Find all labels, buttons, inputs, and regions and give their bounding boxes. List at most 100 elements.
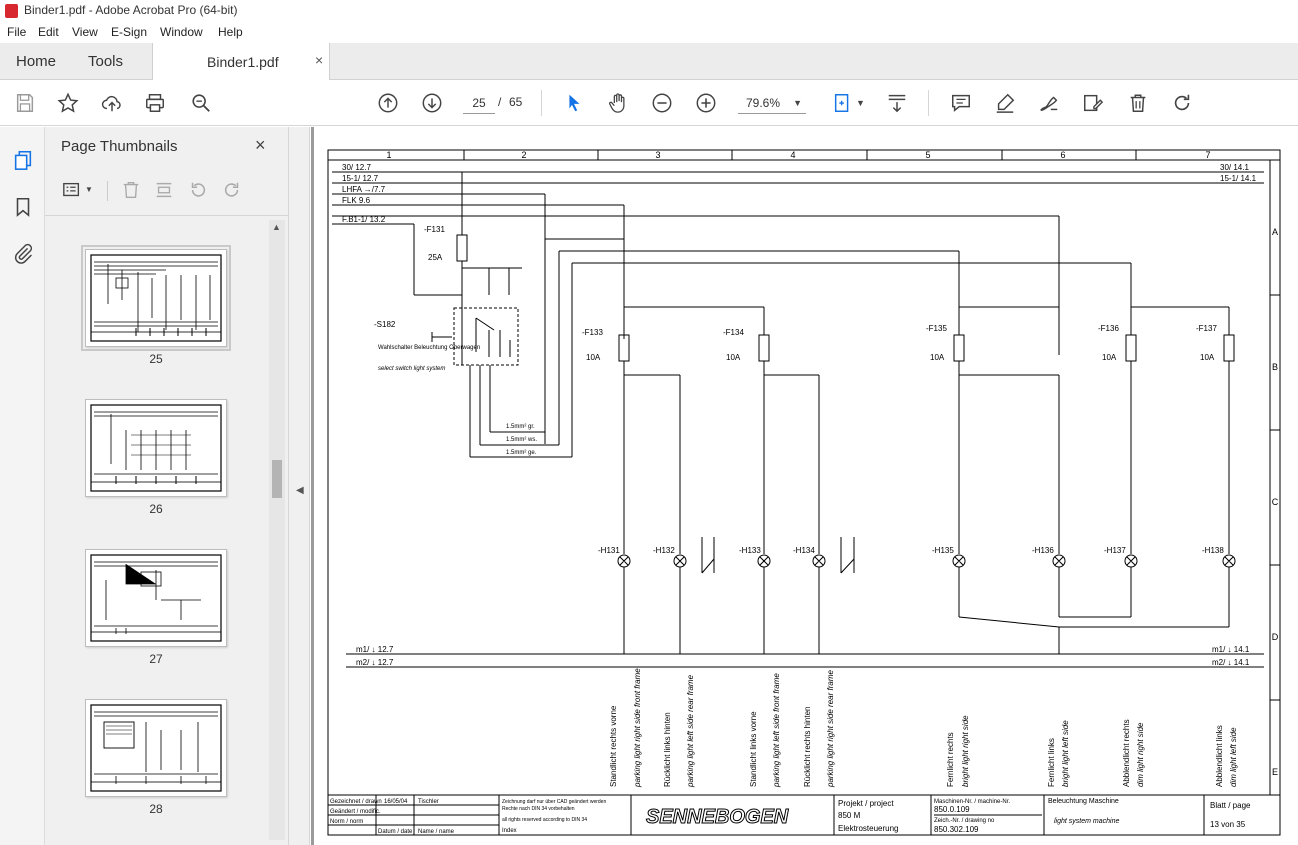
prev-page-icon[interactable] [376, 91, 400, 115]
bookmarks-icon[interactable] [11, 195, 35, 219]
menu-bar: File Edit View E-Sign Window Help [0, 22, 1298, 43]
lamp-description-en: dim light left side [1229, 727, 1238, 787]
machine-value: 850.0.109 [934, 805, 970, 814]
row-letter: A [1272, 227, 1278, 237]
fit-page-icon[interactable] [831, 91, 855, 115]
sheet-value: 13 von 35 [1210, 820, 1246, 829]
zoom-level-select[interactable]: 79.6% ▼ [738, 92, 806, 114]
rotate-icon[interactable] [1170, 91, 1194, 115]
close-tab-icon[interactable]: × [315, 52, 323, 68]
wire-label: 1.5mm² ge. [506, 450, 537, 456]
fit-dropdown-chevron-icon[interactable]: ▼ [856, 98, 865, 108]
lamp-description-en: parking light right side front frame [633, 668, 642, 788]
upload-icon[interactable] [100, 91, 124, 115]
lamp-description: Fernlicht rechts [946, 732, 955, 787]
lamp-description-en: bright light left side [1061, 720, 1070, 787]
menu-file[interactable]: File [7, 25, 26, 39]
menu-edit[interactable]: Edit [38, 25, 59, 39]
tab-tools[interactable]: Tools [88, 53, 123, 70]
drawing-value: 850.302.109 [934, 825, 979, 834]
lamp-description-en: bright light right side [961, 715, 970, 787]
page-total: 65 [509, 95, 523, 109]
highlight-icon[interactable] [993, 91, 1017, 115]
lamp-label: -H137 [1104, 546, 1126, 555]
menu-window[interactable]: Window [160, 25, 203, 39]
schematic-drawing: 1 2 3 4 5 6 7 A B C D E 30/ 12.7 15-1/ 1… [327, 149, 1281, 836]
bus-label: m2/ ↓ 12.7 [356, 658, 394, 667]
fuse-label: -F131 [424, 225, 445, 234]
panel-splitter[interactable]: ◀ [289, 127, 310, 845]
toolbar-divider [928, 90, 929, 116]
drawn-label: Gezeichnet / drawn [330, 799, 382, 805]
zoom-search-icon[interactable] [189, 91, 213, 115]
lamp-label: -H136 [1032, 546, 1054, 555]
thumbnail-page-28[interactable] [85, 699, 227, 797]
switch-label: -S182 [374, 320, 396, 329]
modified-label: Geändert / modific. [330, 809, 381, 815]
thumbnail-page-27[interactable] [85, 549, 227, 647]
fuse-label: -F135 [926, 324, 947, 333]
thumbnail-scrollbar[interactable]: ▲ [269, 220, 285, 840]
comment-icon[interactable] [949, 91, 973, 115]
switch-description-en: select switch light system [378, 366, 445, 372]
bus-label: 30/ 14.1 [1220, 163, 1249, 172]
title-bar: Binder1.pdf - Adobe Acrobat Pro (64-bit) [0, 0, 1298, 22]
delete-icon[interactable] [1126, 91, 1150, 115]
next-page-icon[interactable] [420, 91, 444, 115]
zoom-out-icon[interactable] [650, 91, 674, 115]
zoom-value: 79.6% [746, 96, 781, 110]
lamp-description: Rücklicht links hinten [663, 712, 672, 787]
lamp-label: -H132 [653, 546, 675, 555]
rights-note: Zeichnung darf nur über CAD geändert wer… [502, 799, 606, 805]
save-icon[interactable] [13, 91, 37, 115]
sign-icon[interactable] [1037, 91, 1061, 115]
scrollbar-thumb[interactable] [272, 460, 282, 498]
close-panel-icon[interactable]: × [255, 135, 266, 156]
drawn-date: 16/05/04 [384, 799, 408, 805]
edit-icon[interactable] [1081, 91, 1105, 115]
norm-label: Norm / norm [330, 819, 363, 825]
lamp-label: -H133 [739, 546, 761, 555]
row-letter: E [1272, 767, 1278, 777]
drawing-label: Zeich.-Nr. / drawing no [934, 818, 995, 824]
delete-pages-icon[interactable] [120, 179, 142, 201]
scroll-up-icon[interactable]: ▲ [272, 222, 281, 232]
lamp-description-en: dim light right side [1136, 722, 1145, 787]
options-chevron-icon[interactable]: ▼ [85, 185, 93, 194]
attachments-icon[interactable] [11, 241, 35, 265]
project-label: Projekt / project [838, 799, 894, 808]
rights-note: all rights reserved according to DIN 34 [502, 817, 587, 823]
acrobat-logo-icon [5, 4, 18, 18]
tab-document[interactable]: Binder1.pdf × [152, 43, 330, 80]
rotate-left-icon[interactable] [187, 179, 209, 201]
drawing-title: Beleuchtung Maschine [1048, 798, 1119, 805]
print-icon[interactable] [143, 91, 167, 115]
scroll-mode-icon[interactable] [885, 91, 909, 115]
rotate-right-icon[interactable] [221, 179, 243, 201]
fuse-rating: 10A [930, 353, 945, 362]
column-number: 5 [925, 150, 930, 160]
lamp-description: Standlicht rechts vorne [609, 705, 618, 787]
toolbar-divider [541, 90, 542, 116]
document-view[interactable]: 1 2 3 4 5 6 7 A B C D E 30/ 12.7 15-1/ 1… [311, 127, 1298, 845]
hand-icon[interactable] [606, 91, 630, 115]
main-toolbar: 25 / 65 79.6% ▼ ▼ [0, 80, 1298, 126]
thumbnail-page-26[interactable] [85, 399, 227, 497]
thumbnail-page-25[interactable] [81, 245, 231, 351]
bus-label: LHFA →/7.7 [342, 185, 386, 194]
tab-home[interactable]: Home [16, 53, 56, 70]
options-menu-icon[interactable] [61, 179, 83, 201]
select-arrow-icon[interactable] [562, 91, 586, 115]
bus-label: m1/ ↓ 12.7 [356, 645, 394, 654]
lamp-description: Rücklicht rechts hinten [803, 707, 812, 787]
collapse-panel-icon[interactable]: ◀ [296, 485, 304, 496]
menu-view[interactable]: View [72, 25, 98, 39]
page-thumbnails-icon[interactable] [11, 148, 35, 172]
page-number-input[interactable]: 25 [463, 92, 495, 114]
menu-help[interactable]: Help [218, 25, 243, 39]
insert-pages-icon[interactable] [153, 179, 175, 201]
menu-esign[interactable]: E-Sign [111, 25, 147, 39]
bookmark-star-icon[interactable] [56, 91, 80, 115]
zoom-in-icon[interactable] [694, 91, 718, 115]
drawing-title-en: light system machine [1054, 818, 1119, 825]
